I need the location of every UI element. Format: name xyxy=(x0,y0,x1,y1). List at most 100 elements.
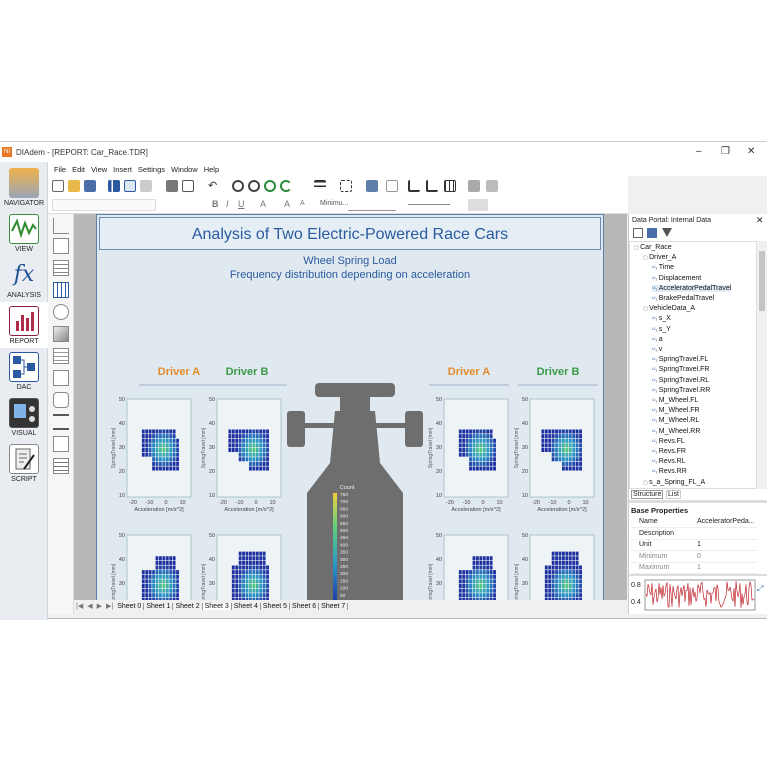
nav-script[interactable]: SCRIPT xyxy=(0,440,48,486)
underline-button[interactable]: U xyxy=(238,199,245,209)
line-tool[interactable] xyxy=(53,414,69,430)
menu-window[interactable]: Window xyxy=(171,165,198,174)
axis-scale-icon[interactable] xyxy=(426,180,438,192)
script-tool[interactable] xyxy=(53,458,69,474)
undo-icon[interactable]: ↶ xyxy=(208,180,220,192)
hand-icon[interactable] xyxy=(140,180,152,192)
tab-sheet-7[interactable]: Sheet 7 xyxy=(319,602,349,610)
tab-sheet-3[interactable]: Sheet 3 xyxy=(202,602,232,610)
axis-icon[interactable] xyxy=(408,180,420,192)
new-icon[interactable] xyxy=(52,180,64,192)
italic-button[interactable]: I xyxy=(226,199,229,209)
tree-channel[interactable]: ¹²₃ Revs.FR xyxy=(652,448,686,455)
tree-channel[interactable]: ¹²₃ SpringTravel.RR xyxy=(652,387,710,394)
tree-channel[interactable]: ¹²₃ a xyxy=(652,336,663,343)
tree-channel[interactable]: ¹²₃ SpringTravel.FL xyxy=(652,356,708,363)
text-tool[interactable] xyxy=(53,348,69,364)
open-folder-icon[interactable] xyxy=(68,180,80,192)
tree-channel[interactable]: ¹²₃ Revs.FL xyxy=(652,438,685,445)
tab-structure[interactable]: Structure xyxy=(631,490,664,499)
zoom-fit-icon[interactable] xyxy=(264,180,276,192)
property-row[interactable]: Name AcceleratorPeda... xyxy=(631,517,757,528)
menu-edit[interactable]: Edit xyxy=(72,165,85,174)
report-sheet[interactable]: Analysis of Two Electric-Powered Race Ca… xyxy=(96,214,604,602)
tab-nav-prev[interactable]: ◀ xyxy=(85,602,94,610)
property-row[interactable]: Unit 1 xyxy=(631,540,757,551)
menu-view[interactable]: View xyxy=(91,165,107,174)
3d-tool[interactable] xyxy=(53,238,69,254)
cursor-icon[interactable] xyxy=(366,180,378,192)
tree-channel[interactable]: ¹²₃ M_Wheel.FL xyxy=(652,397,698,404)
frame-tool[interactable] xyxy=(53,436,69,452)
list-tool[interactable] xyxy=(53,370,69,386)
menu-help[interactable]: Help xyxy=(204,165,219,174)
tab-nav-last[interactable]: ▶| xyxy=(104,602,115,610)
tree-channel[interactable]: ¹²₃ Revs.RR xyxy=(652,468,687,475)
tree-channel[interactable]: ¹²₃ SpringTravel.FR xyxy=(652,366,709,373)
tab-sheet-2[interactable]: Sheet 2 xyxy=(173,602,203,610)
tab-sheet-5[interactable]: Sheet 5 xyxy=(261,602,291,610)
chart-icon[interactable] xyxy=(108,180,120,192)
tree-channel[interactable]: ¹²₃ M_Wheel.RR xyxy=(652,428,700,435)
polar-tool[interactable] xyxy=(53,304,69,320)
save-data-icon[interactable] xyxy=(647,228,657,238)
tree-channel[interactable]: ¹²₃ BrakePedalTravel xyxy=(652,295,714,302)
tab-nav-first[interactable]: |◀ xyxy=(74,602,85,610)
zoom-in-icon[interactable] xyxy=(232,180,244,192)
line-width-select[interactable] xyxy=(408,204,450,205)
measure-icon[interactable] xyxy=(386,180,398,192)
matrix-tool[interactable] xyxy=(53,282,69,298)
tab-sheet-4[interactable]: Sheet 4 xyxy=(232,602,261,610)
tree-channel[interactable]: ¹²₃ Revs.RL xyxy=(652,458,686,465)
tab-nav-next[interactable]: ▶ xyxy=(95,602,104,610)
save-icon[interactable] xyxy=(84,180,96,192)
tree-group[interactable]: ▢ s_a_Spring_FL_A xyxy=(643,479,705,486)
tree-channel[interactable]: ¹²₃ Displacement xyxy=(652,275,701,282)
table-icon[interactable] xyxy=(124,180,136,192)
tree-group[interactable]: ▢ VehicleData_A xyxy=(643,305,695,312)
zoom-out-icon[interactable] xyxy=(248,180,260,192)
layout-icon[interactable] xyxy=(468,180,480,192)
refresh-icon[interactable] xyxy=(280,180,292,192)
tab-sheet-0[interactable]: Sheet 0 xyxy=(115,602,145,610)
tree-channel[interactable]: ¹²₃ s_Y xyxy=(652,326,671,333)
tree-channel[interactable]: ¹²₃ M_Wheel.RL xyxy=(652,417,699,424)
grid-icon[interactable] xyxy=(444,180,456,192)
tree-channel[interactable]: ¹²₃ s_X xyxy=(652,315,671,322)
panel-close-icon[interactable]: ✕ xyxy=(756,215,764,226)
image-tool[interactable] xyxy=(53,326,69,342)
tab-sheet-6[interactable]: Sheet 6 xyxy=(290,602,320,610)
tab-sheet-1[interactable]: Sheet 1 xyxy=(144,602,174,610)
min-select[interactable]: Minimu... xyxy=(320,200,348,207)
tree-channel[interactable]: ¹²₃ AcceleratorPedalTravel xyxy=(652,284,732,292)
close-button[interactable]: ✕ xyxy=(747,146,755,157)
property-row[interactable]: Description xyxy=(631,529,757,540)
tree-channel[interactable]: ¹²₃ SpringTravel.RL xyxy=(652,377,709,384)
nav-view[interactable]: VIEW xyxy=(0,210,48,256)
new-channel-icon[interactable] xyxy=(633,228,643,238)
print-icon[interactable] xyxy=(166,180,178,192)
tree-channel[interactable]: ¹²₃ Time xyxy=(652,264,674,271)
bold-button[interactable]: B xyxy=(212,199,219,209)
font-select[interactable] xyxy=(52,199,156,211)
align-icon[interactable] xyxy=(314,180,326,192)
line-style-select[interactable] xyxy=(348,199,396,211)
tree-channel[interactable]: ¹²₃ M_Wheel.FR xyxy=(652,407,700,414)
axis-system-tool[interactable] xyxy=(53,218,69,234)
menu-settings[interactable]: Settings xyxy=(138,165,165,174)
minimize-button[interactable]: – xyxy=(696,146,702,157)
layout2-icon[interactable] xyxy=(486,180,498,192)
tree-channel[interactable]: ¹²₃ v xyxy=(652,346,662,353)
nav-dac[interactable]: DAC xyxy=(0,348,48,394)
nav-visual[interactable]: VISUAL xyxy=(0,394,48,440)
menu-file[interactable]: File xyxy=(54,165,66,174)
table-tool[interactable] xyxy=(53,260,69,276)
preview-expand-icon[interactable]: ⤢ xyxy=(757,584,763,594)
grid-select-icon[interactable] xyxy=(340,180,352,192)
tree-group[interactable]: ▢ Driver_A xyxy=(643,254,676,261)
shape-tool[interactable] xyxy=(53,392,69,408)
maximize-button[interactable]: ❐ xyxy=(721,146,730,157)
property-row[interactable]: Maximum 1 xyxy=(631,563,757,574)
tree-scrollbar[interactable] xyxy=(757,241,767,489)
tab-list[interactable]: List xyxy=(666,490,681,499)
